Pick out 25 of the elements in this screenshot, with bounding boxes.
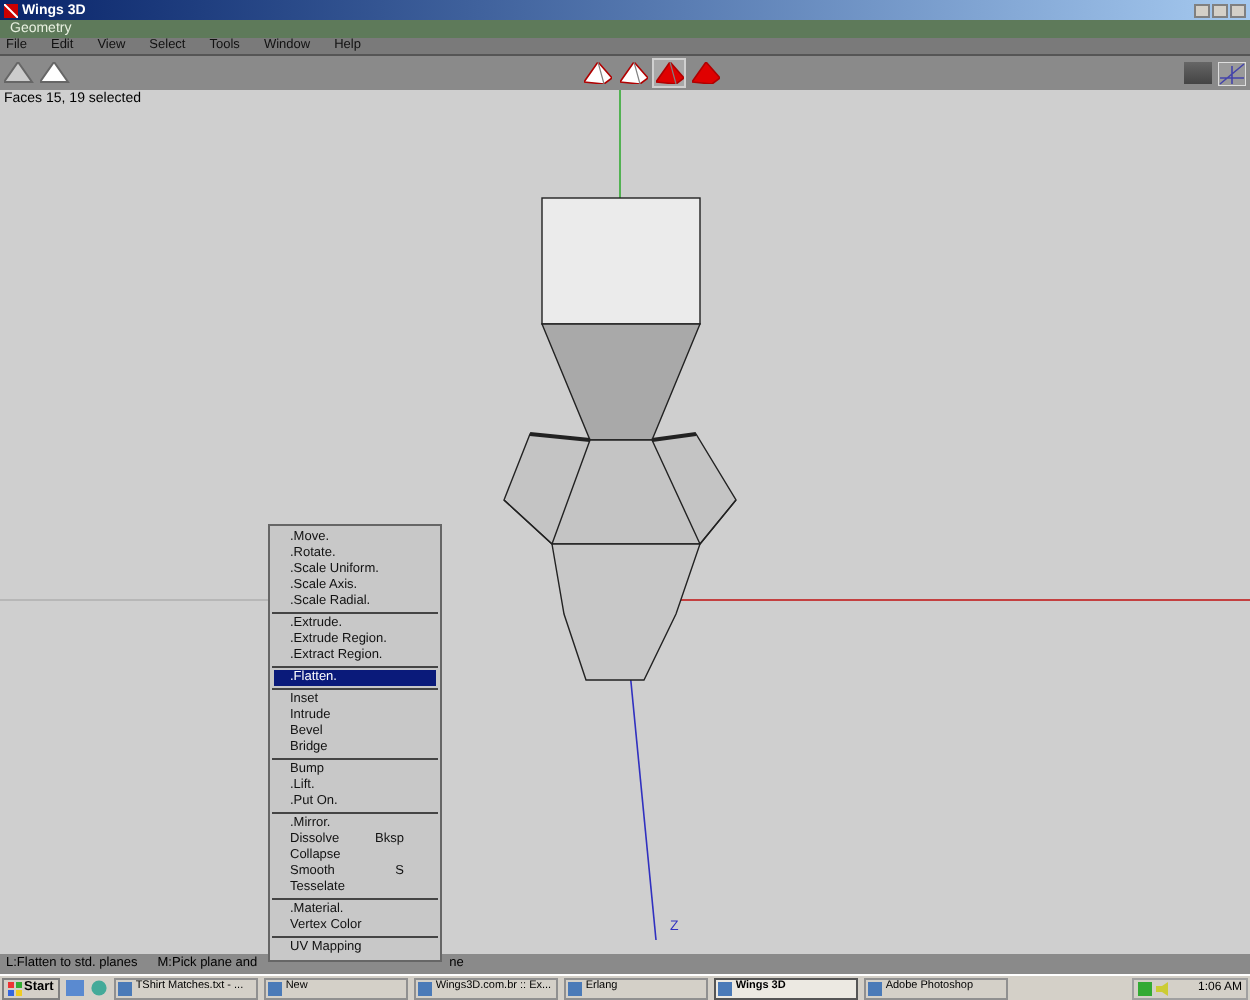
window-icon	[267, 981, 282, 995]
pyramid-icon	[583, 62, 611, 84]
window-icon	[117, 981, 132, 995]
selection-mode-button[interactable]	[580, 58, 614, 88]
pyramid-outline-icon[interactable]	[40, 62, 70, 84]
window-icon	[417, 981, 432, 995]
speaker-icon	[1156, 981, 1170, 995]
selection-mode-button[interactable]	[652, 58, 686, 88]
windows-logo-icon	[8, 981, 22, 995]
maximize-button[interactable]	[1212, 3, 1228, 17]
selection-mode-button[interactable]	[616, 58, 650, 88]
pyramid-icon	[691, 62, 719, 84]
axes-icon[interactable]	[1218, 61, 1246, 85]
window-icon	[567, 981, 582, 995]
close-button[interactable]	[1230, 3, 1246, 17]
window-icon	[867, 981, 882, 995]
desktop-icon[interactable]	[65, 980, 84, 996]
pyramid-shaded-icon[interactable]	[4, 62, 34, 84]
app-icon	[4, 3, 18, 17]
pyramid-icon	[655, 62, 683, 84]
pyramid-icon	[619, 62, 647, 84]
minimize-button[interactable]	[1194, 3, 1210, 17]
window-icon	[717, 981, 732, 995]
shading-icon[interactable]	[1184, 61, 1212, 83]
network-icon	[1138, 981, 1152, 995]
